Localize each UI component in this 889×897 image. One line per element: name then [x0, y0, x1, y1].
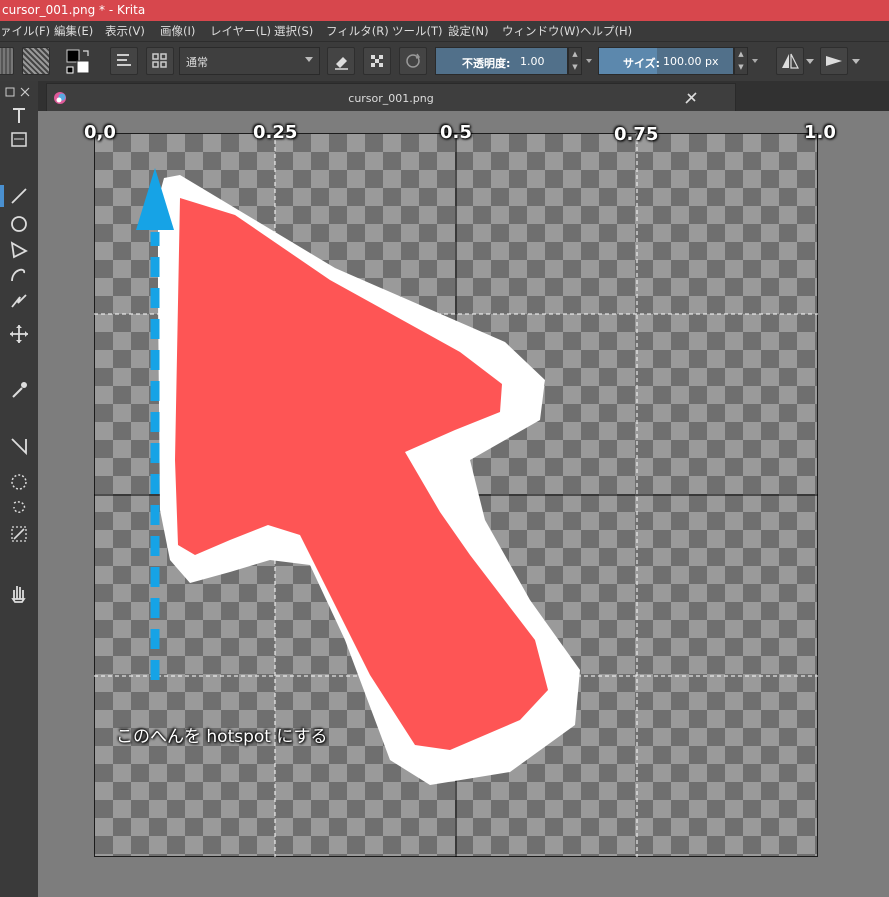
- ruler-label-05: 0.5: [440, 122, 472, 143]
- ruler-label-0: 0,0: [84, 122, 116, 143]
- ruler-label-1: 1.0: [804, 122, 836, 143]
- hotspot-annotation: このへんを hotspot にする: [116, 727, 328, 747]
- ruler-label-025: 0.25: [253, 122, 298, 143]
- ruler-label-075: 0.75: [614, 124, 659, 145]
